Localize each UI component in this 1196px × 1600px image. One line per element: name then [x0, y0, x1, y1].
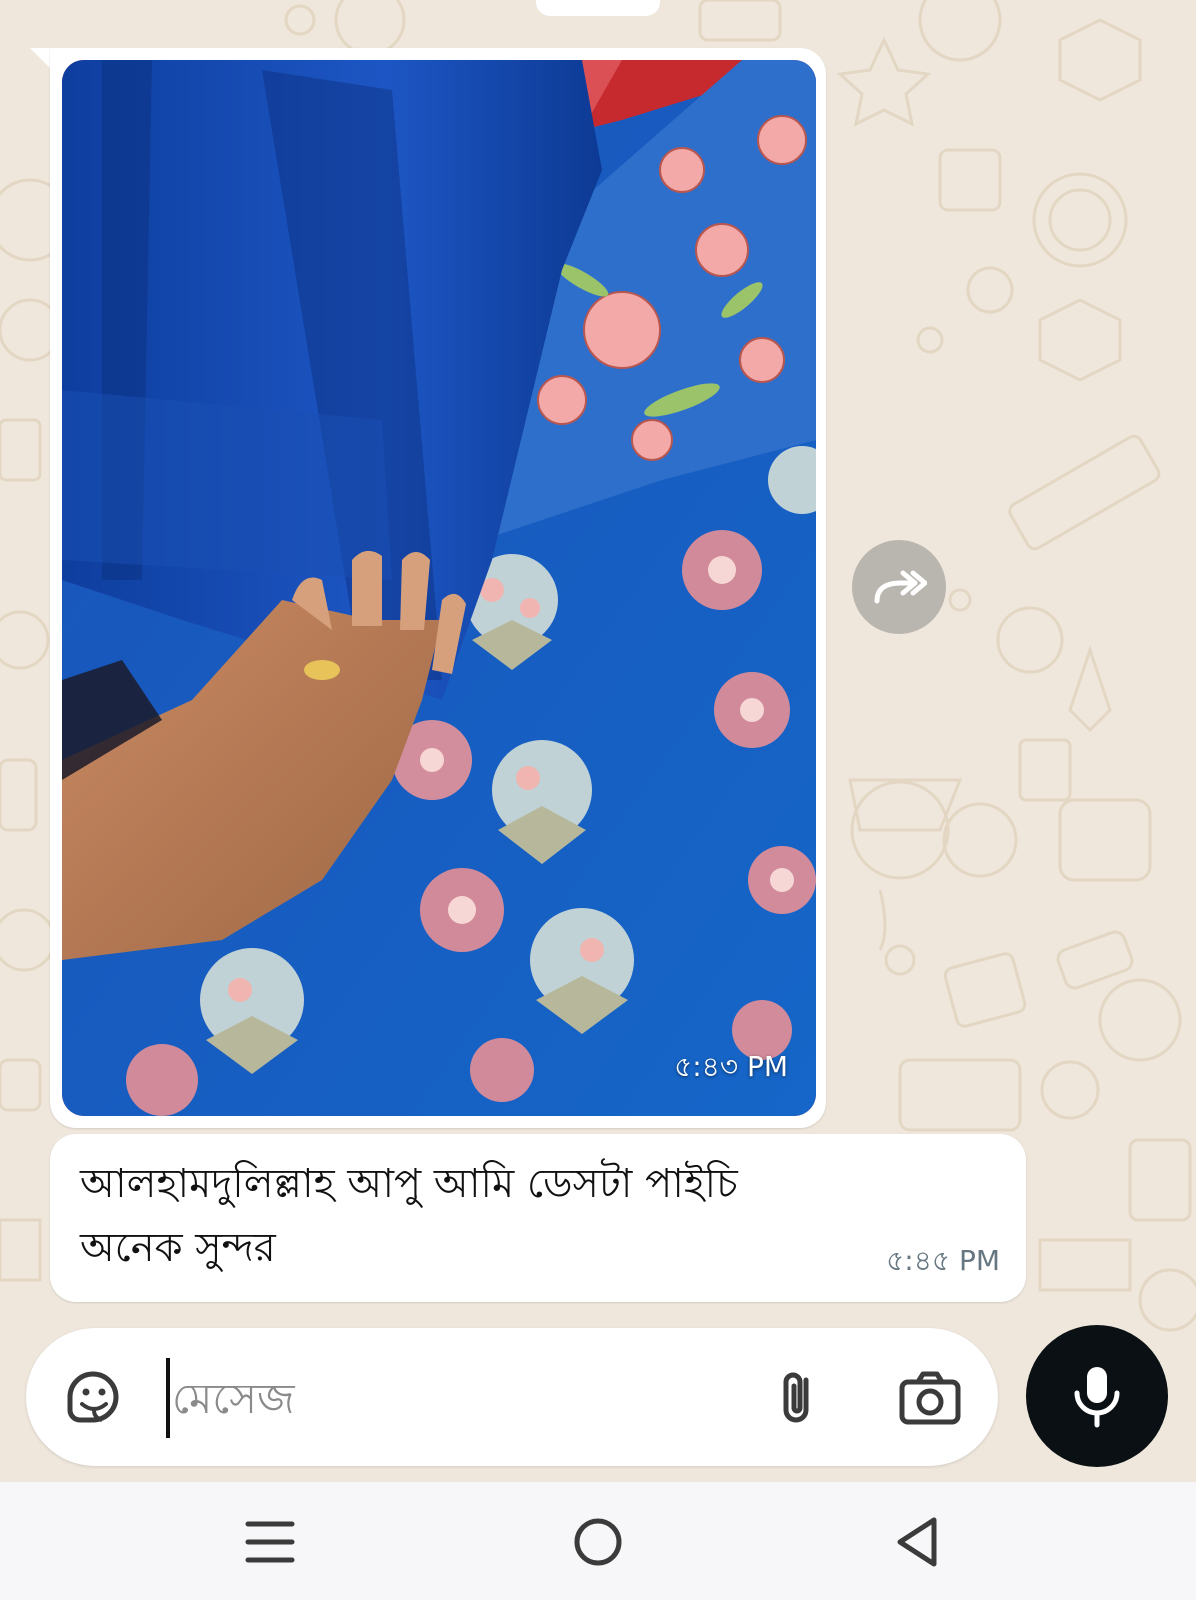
- system-nav-bar: [0, 1482, 1196, 1600]
- text-message-time: ৫:৪৫ PM: [886, 1244, 1000, 1277]
- text-message-line-1: আলহামদুলিল্লাহ আপু আমি ডেসটা পাইচি: [80, 1161, 738, 1207]
- home-icon: [574, 1518, 622, 1566]
- mic-icon: [1074, 1367, 1120, 1428]
- forward-icon: [874, 570, 927, 604]
- recents-icon: [245, 1521, 295, 1563]
- camera-icon[interactable]: [896, 1366, 964, 1430]
- text-message-body: আলহামদুলিল্লাহ আপু আমি ডেসটা পাইচি অনেক …: [80, 1152, 900, 1280]
- nav-recents-button[interactable]: [240, 1514, 300, 1570]
- message-input[interactable]: [170, 1352, 734, 1444]
- top-scroll-handle: [536, 0, 660, 16]
- nav-home-button[interactable]: [568, 1514, 628, 1570]
- image-message-time: ৫:৪৩ PM: [674, 1050, 788, 1083]
- message-composer: [26, 1328, 998, 1466]
- voice-message-button[interactable]: [1026, 1325, 1168, 1467]
- forward-button[interactable]: [852, 540, 946, 634]
- sticker-icon[interactable]: [62, 1366, 124, 1428]
- image-message-bubble[interactable]: ৫:৪৩ PM: [50, 48, 826, 1128]
- fabric-photo-svg: [62, 60, 816, 1116]
- back-icon: [897, 1517, 937, 1567]
- photo-of-blue-floral-fabric[interactable]: ৫:৪৩ PM: [62, 60, 816, 1116]
- nav-back-button[interactable]: [890, 1514, 950, 1570]
- attach-icon[interactable]: [766, 1366, 830, 1430]
- text-message-line-2: অনেক সুন্দর: [80, 1225, 276, 1271]
- text-message-bubble[interactable]: আলহামদুলিল্লাহ আপু আমি ডেসটা পাইচি অনেক …: [50, 1134, 1026, 1302]
